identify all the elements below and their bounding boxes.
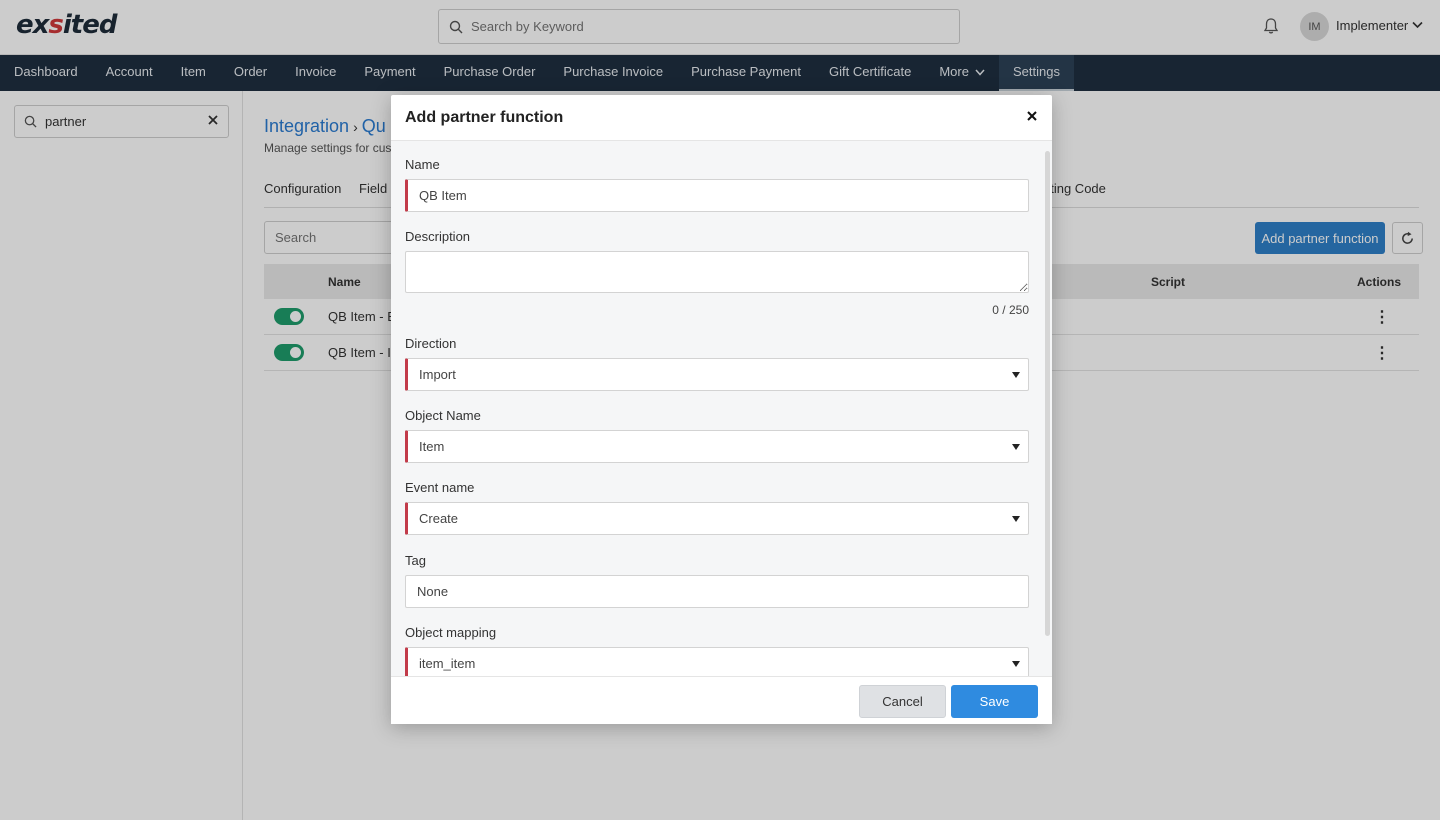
close-icon[interactable] (1026, 110, 1038, 122)
direction-label: Direction (405, 336, 457, 351)
description-label: Description (405, 229, 471, 244)
object-name-select[interactable]: Item (405, 430, 1029, 463)
description-char-counter: 0 / 250 (992, 303, 1029, 317)
direction-value: Import (419, 367, 456, 382)
direction-select[interactable]: Import (405, 358, 1029, 391)
tag-label: Tag (405, 553, 426, 568)
dialog-header: Add partner function (391, 95, 1052, 141)
object-mapping-label: Object mapping (405, 625, 497, 640)
caret-down-icon (1012, 661, 1020, 667)
dialog-footer: Cancel Save (391, 676, 1052, 724)
object-name-value: Item (419, 439, 445, 454)
dialog-title: Add partner function (405, 109, 564, 126)
event-name-value: Create (419, 511, 459, 526)
object-mapping-select[interactable]: item_item (405, 647, 1029, 676)
event-name-label: Event name (405, 480, 475, 495)
object-name-label: Object Name (405, 408, 481, 423)
caret-down-icon (1012, 516, 1020, 522)
event-name-select[interactable]: Create (405, 502, 1029, 535)
caret-down-icon (1012, 372, 1020, 378)
object-mapping-value: item_item (419, 656, 476, 671)
name-label: Name (405, 157, 440, 172)
cancel-button[interactable]: Cancel (859, 685, 946, 718)
tag-field[interactable] (405, 575, 1029, 608)
dialog-scrollbar[interactable] (1045, 151, 1050, 636)
description-field[interactable] (405, 251, 1029, 293)
dialog-body: Name Description 0 / 250 Direction Impor… (391, 141, 1052, 676)
save-button[interactable]: Save (951, 685, 1038, 718)
add-partner-function-dialog: Add partner function Name Description 0 … (391, 95, 1052, 724)
name-field[interactable] (405, 179, 1029, 212)
caret-down-icon (1012, 444, 1020, 450)
